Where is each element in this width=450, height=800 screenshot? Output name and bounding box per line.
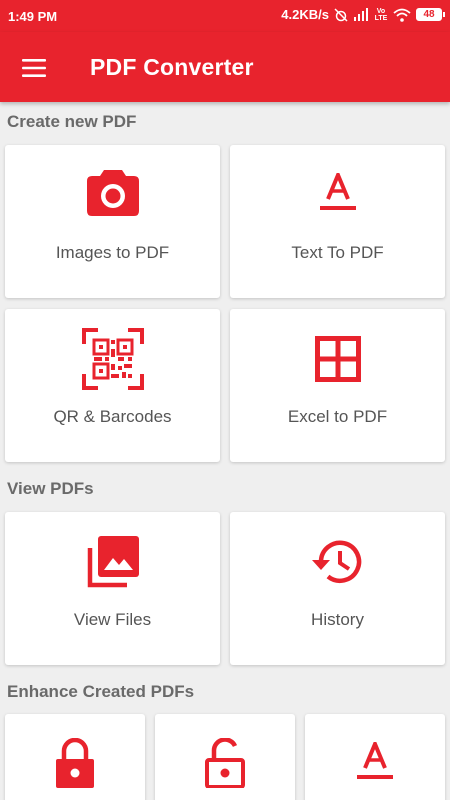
text-format-icon bbox=[357, 742, 393, 779]
unlock-icon bbox=[205, 738, 245, 788]
images-to-pdf-card[interactable]: Images to PDF bbox=[5, 145, 220, 298]
view-files-label: View Files bbox=[73, 610, 152, 629]
excel-to-pdf-label: Excel to PDF bbox=[287, 407, 388, 426]
text-format-icon bbox=[319, 173, 356, 210]
excel-to-pdf-card[interactable]: Excel to PDF bbox=[230, 309, 445, 462]
image-collection-icon bbox=[87, 536, 139, 588]
section-title-enhance: Enhance Created PDFs bbox=[7, 682, 195, 701]
menu-button[interactable] bbox=[14, 48, 54, 88]
view-files-card[interactable]: View Files bbox=[5, 512, 220, 665]
section-title-create: Create new PDF bbox=[7, 112, 137, 131]
history-label: History bbox=[311, 610, 364, 629]
status-icons: 4.2KB/s Vo LTE 48 bbox=[281, 7, 445, 22]
status-bar: 1:49 PM 4.2KB/s Vo LTE 48 bbox=[0, 0, 450, 32]
section-title-view: View PDFs bbox=[7, 479, 94, 498]
alarm-off-icon bbox=[334, 7, 348, 22]
status-time: 1:49 PM bbox=[8, 9, 58, 24]
text-to-pdf-label: Text To PDF bbox=[291, 243, 384, 262]
history-card[interactable]: History bbox=[230, 512, 445, 665]
grid-table-icon bbox=[314, 336, 361, 382]
unlock-pdf-card[interactable] bbox=[155, 714, 295, 800]
signal-icon bbox=[354, 8, 368, 21]
history-icon bbox=[311, 540, 361, 583]
app-bar: PDF Converter bbox=[0, 32, 450, 102]
qr-code-scan-icon bbox=[81, 328, 144, 390]
volte-badge: Vo LTE bbox=[374, 7, 388, 22]
qr-barcodes-card[interactable]: QR & Barcodes bbox=[5, 309, 220, 462]
lock-pdf-card[interactable] bbox=[5, 714, 145, 800]
qr-barcodes-label: QR & Barcodes bbox=[53, 407, 172, 426]
text-to-pdf-card[interactable]: Text To PDF bbox=[230, 145, 445, 298]
camera-icon bbox=[86, 170, 139, 216]
network-speed: 4.2KB/s bbox=[281, 7, 329, 22]
lock-icon bbox=[56, 738, 94, 788]
text-format-card[interactable] bbox=[305, 714, 445, 800]
images-to-pdf-label: Images to PDF bbox=[55, 243, 170, 262]
battery-icon: 48 bbox=[416, 8, 445, 21]
wifi-icon bbox=[393, 8, 411, 22]
hamburger-menu-icon bbox=[22, 59, 46, 77]
page-title: PDF Converter bbox=[90, 54, 254, 80]
